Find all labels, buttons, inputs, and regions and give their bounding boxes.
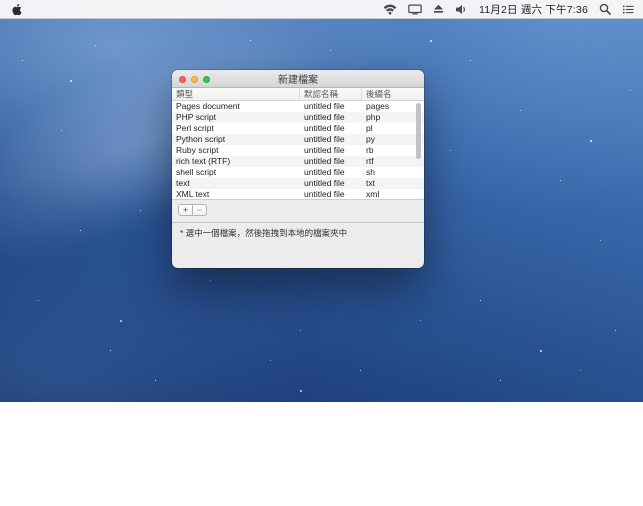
- table-row[interactable]: text untitled file txt: [172, 178, 424, 189]
- cell-default-name: untitled file: [300, 112, 362, 123]
- footer-divider: [172, 222, 424, 223]
- new-file-window: 新建檔案 類型 默認名稱 後綴名 Pages document untitled…: [172, 70, 424, 268]
- table-row[interactable]: Ruby script untitled file rb: [172, 145, 424, 156]
- add-button[interactable]: +: [178, 204, 193, 216]
- cell-type: Python script: [172, 134, 300, 145]
- notification-center-icon[interactable]: [622, 4, 634, 15]
- header-type: 類型: [172, 88, 300, 100]
- table-body: Pages document untitled file pages PHP s…: [172, 101, 424, 200]
- cell-default-name: untitled file: [300, 123, 362, 134]
- cell-default-name: untitled file: [300, 178, 362, 189]
- header-extension: 後綴名: [362, 88, 424, 100]
- header-default-name: 默認名稱: [300, 88, 362, 100]
- table-row[interactable]: shell script untitled file sh: [172, 167, 424, 178]
- cell-type: shell script: [172, 167, 300, 178]
- table-row[interactable]: Pages document untitled file pages: [172, 101, 424, 112]
- cell-type: rich text (RTF): [172, 156, 300, 167]
- table-row[interactable]: Python script untitled file py: [172, 134, 424, 145]
- cell-default-name: untitled file: [300, 101, 362, 112]
- table-row[interactable]: rich text (RTF) untitled file rtf: [172, 156, 424, 167]
- table-row[interactable]: XML text untitled file xml: [172, 189, 424, 200]
- table-header-row: 類型 默認名稱 後綴名: [172, 88, 424, 101]
- minimize-button[interactable]: [191, 76, 198, 83]
- instruction-note: * 選中一個檔案，然後拖拽到本地的檔案夾中: [180, 228, 416, 239]
- cell-type: XML text: [172, 189, 300, 200]
- zoom-button[interactable]: [203, 76, 210, 83]
- cell-default-name: untitled file: [300, 145, 362, 156]
- scrollbar-thumb[interactable]: [416, 103, 421, 159]
- file-type-table: 類型 默認名稱 後綴名 Pages document untitled file…: [172, 88, 424, 200]
- window-title: 新建檔案: [278, 71, 318, 86]
- remove-button[interactable]: −: [192, 204, 207, 216]
- cell-default-name: untitled file: [300, 134, 362, 145]
- eject-icon[interactable]: [433, 4, 444, 14]
- table-row[interactable]: Perl script untitled file pl: [172, 123, 424, 134]
- cell-type: PHP script: [172, 112, 300, 123]
- menu-bar: 11月2日 週六 下午7:36: [0, 0, 643, 19]
- cell-type: text: [172, 178, 300, 189]
- table-row[interactable]: PHP script untitled file php: [172, 112, 424, 123]
- window-title-bar[interactable]: 新建檔案: [172, 70, 424, 88]
- cell-default-name: untitled file: [300, 156, 362, 167]
- cell-type: Pages document: [172, 101, 300, 112]
- cell-default-name: untitled file: [300, 189, 362, 200]
- close-button[interactable]: [179, 76, 186, 83]
- display-icon[interactable]: [408, 4, 422, 15]
- menu-bar-clock[interactable]: 11月2日 週六 下午7:36: [479, 2, 588, 17]
- volume-icon[interactable]: [455, 4, 468, 15]
- cell-default-name: untitled file: [300, 167, 362, 178]
- traffic-lights: [179, 76, 210, 83]
- cell-type: Ruby script: [172, 145, 300, 156]
- spotlight-search-icon[interactable]: [599, 3, 611, 15]
- table-scrollbar[interactable]: [415, 102, 423, 198]
- wifi-icon[interactable]: [383, 4, 397, 15]
- apple-menu-icon[interactable]: [11, 3, 22, 16]
- cell-type: Perl script: [172, 123, 300, 134]
- add-remove-controls: + −: [178, 204, 424, 216]
